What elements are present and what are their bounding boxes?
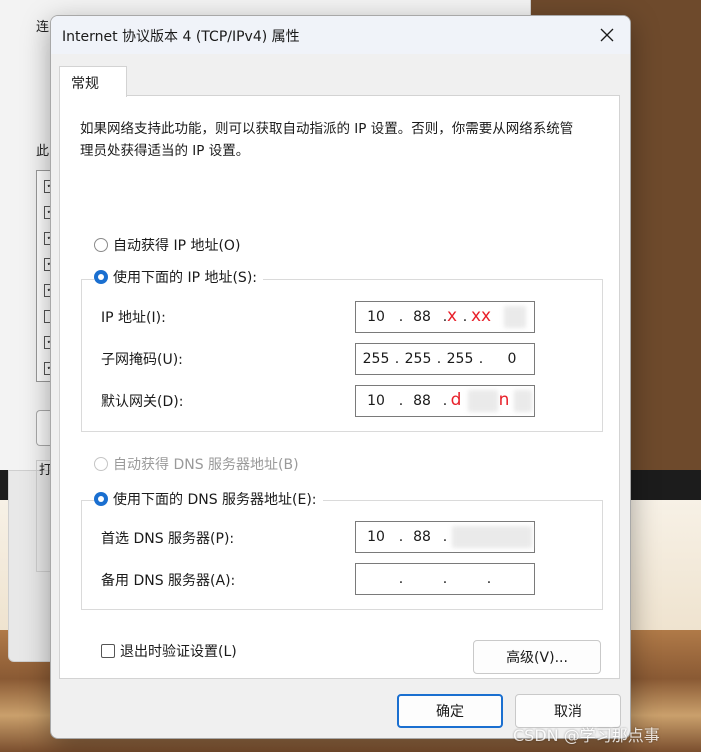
radio-manual-dns-indicator[interactable] [94, 492, 108, 506]
radio-auto-ip-label: 自动获得 IP 地址(O) [113, 238, 241, 254]
background-text-fragment: 连 [36, 20, 50, 35]
ip-octet-1: 10 [367, 309, 385, 325]
advanced-button[interactable]: 高级(V)... [473, 640, 601, 674]
tab-general[interactable]: 常规 [59, 66, 127, 97]
mask-octet-2: 255 [404, 351, 432, 367]
radio-manual-ip-label: 使用下面的 IP 地址(S): [113, 270, 257, 286]
ip-octet-3: x [446, 306, 458, 326]
radio-auto-ip[interactable]: 自动获得 IP 地址(O) [94, 235, 240, 255]
dns2-dot: . [398, 571, 404, 587]
radio-auto-dns-label: 自动获得 DNS 服务器地址(B) [113, 457, 299, 473]
dns2-dot: . [486, 571, 492, 587]
mask-octet-1: 255 [362, 351, 390, 367]
general-tab-page: 如果网络支持此功能，则可以获取自动指派的 IP 设置。否则，你需要从网络系统管理… [59, 95, 620, 679]
radio-manual-ip[interactable]: 使用下面的 IP 地址(S): [94, 267, 263, 287]
alternate-dns-input[interactable]: . . . [355, 563, 535, 595]
gateway-octet-4: n [498, 390, 510, 410]
redaction-blur [504, 306, 526, 328]
close-icon [600, 28, 614, 42]
ip-octet-2: 88 [413, 309, 431, 325]
mask-octet-4: 0 [507, 351, 517, 367]
redaction-blur [452, 526, 532, 548]
subnet-mask-label: 子网掩码(U): [101, 352, 183, 368]
redaction-blur [468, 390, 498, 412]
mask-octet-3: 255 [446, 351, 474, 367]
gateway-octet-2: 88 [413, 393, 431, 409]
watermark: CSDN @学习那点事 [513, 726, 660, 745]
radio-auto-dns[interactable]: 自动获得 DNS 服务器地址(B) [94, 454, 299, 474]
validate-on-exit-label: 退出时验证设置(L) [120, 644, 237, 660]
background-text-fragment: 此 [36, 144, 50, 159]
dns1-octet-2: 88 [413, 529, 431, 545]
tab-general-label: 常规 [71, 76, 99, 92]
gateway-octet-1: 10 [367, 393, 385, 409]
radio-auto-dns-indicator[interactable] [94, 457, 108, 471]
dns1-dot: . [442, 529, 448, 545]
radio-auto-ip-indicator[interactable] [94, 238, 108, 252]
ip-address-label: IP 地址(I): [101, 310, 166, 326]
ip-address-input[interactable]: 10 . 88 . x . xx [355, 301, 535, 333]
ip-octet-4: xx [470, 306, 492, 326]
validate-on-exit-checkbox[interactable] [101, 644, 115, 658]
ok-button[interactable]: 确定 [397, 694, 503, 728]
alternate-dns-label: 备用 DNS 服务器(A): [101, 573, 236, 589]
close-button[interactable] [584, 16, 630, 54]
preferred-dns-label: 首选 DNS 服务器(P): [101, 531, 235, 547]
validate-on-exit[interactable]: 退出时验证设置(L) [101, 641, 237, 661]
subnet-mask-input[interactable]: 255 . 255 . 255 . 0 [355, 343, 535, 375]
gateway-octet-3: d [450, 390, 462, 410]
default-gateway-label: 默认网关(D): [101, 394, 184, 410]
default-gateway-input[interactable]: 10 . 88 . d n [355, 385, 535, 417]
mask-dot: . [478, 351, 484, 367]
description-text: 如果网络支持此功能，则可以获取自动指派的 IP 设置。否则，你需要从网络系统管理… [80, 121, 574, 159]
title-bar: Internet 协议版本 4 (TCP/IPv4) 属性 [51, 16, 630, 54]
tcpipv4-properties-dialog: Internet 协议版本 4 (TCP/IPv4) 属性 常规 如果网络支持此… [50, 15, 631, 739]
dns2-dot: . [442, 571, 448, 587]
radio-manual-ip-indicator[interactable] [94, 270, 108, 284]
redaction-blur [514, 390, 532, 412]
radio-manual-dns-label: 使用下面的 DNS 服务器地址(E): [113, 492, 317, 508]
radio-manual-dns[interactable]: 使用下面的 DNS 服务器地址(E): [94, 489, 323, 509]
preferred-dns-input[interactable]: 10 . 88 . [355, 521, 535, 553]
dns1-octet-1: 10 [367, 529, 385, 545]
dialog-title: Internet 协议版本 4 (TCP/IPv4) 属性 [62, 29, 300, 45]
